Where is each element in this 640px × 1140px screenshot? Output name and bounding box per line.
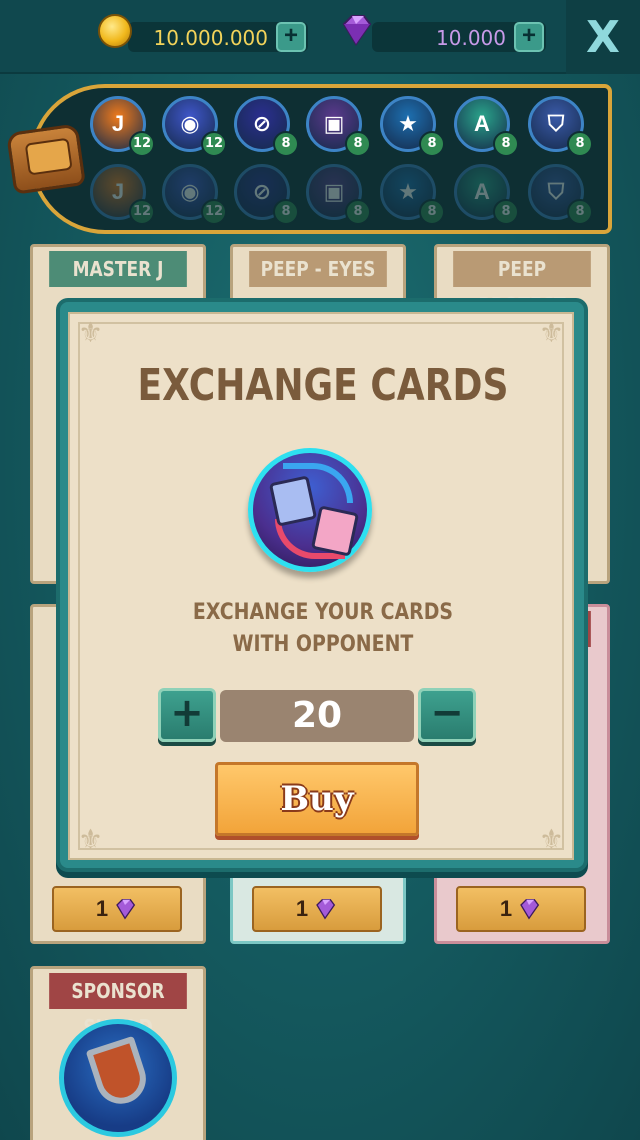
card-title: SPONSOR SHIELD <box>49 973 187 1039</box>
powerup-joker-percent-icon: J 12 <box>90 164 155 225</box>
exchange-cards-icon: ▣ <box>323 179 345 204</box>
dialog-description-line2: WITH OPPONENT <box>232 632 414 657</box>
powerup-star-x2-icon: ★ 8 <box>380 164 445 225</box>
shield-icon <box>59 1019 177 1137</box>
shield-icon: ⛉ <box>547 111 565 136</box>
gem-icon <box>316 899 336 920</box>
dialog-description-line1: EXCHANGE YOUR CARDS <box>192 600 454 625</box>
no-sign-icon: ⊘ <box>252 179 272 204</box>
powerup-shield-icon[interactable]: ⛉ 8 <box>528 96 593 157</box>
eye-icon: ◉ <box>180 111 200 136</box>
card-sponsor-shield[interactable]: SPONSOR SHIELD <box>30 966 206 1140</box>
powerup-joker-percent-icon[interactable]: J 12 <box>90 96 155 157</box>
price-button[interactable]: 1 <box>456 886 586 932</box>
powerup-count: 8 <box>493 199 519 225</box>
fleur-de-lis-icon: ⚜ <box>78 316 104 349</box>
backpack-icon <box>6 123 86 195</box>
star-x2-icon: ★ <box>398 179 418 204</box>
powerup-count: 12 <box>129 199 155 225</box>
buy-button[interactable]: Buy <box>215 762 419 836</box>
gem-icon <box>520 899 540 920</box>
powerup-count: 12 <box>201 199 227 225</box>
fleur-de-lis-icon: ⚜ <box>78 823 104 856</box>
card-title: PEEP - EYES <box>249 251 387 287</box>
card-title: MASTER J <box>49 251 187 287</box>
refresh-a-icon: A <box>474 111 490 136</box>
powerup-count: 8 <box>419 131 445 157</box>
price-amount: 1 <box>95 896 109 921</box>
powerup-count: 12 <box>201 131 227 157</box>
gem-icon <box>116 899 136 920</box>
joker-percent-icon: J <box>111 179 125 204</box>
price-amount: 1 <box>499 896 513 921</box>
powerup-count: 8 <box>493 131 519 157</box>
shield-icon: ⛉ <box>547 179 565 204</box>
card-title: PEEP PROTECT <box>453 251 591 317</box>
dialog-title: EXCHANGE CARDS <box>137 360 509 411</box>
powerup-count: 12 <box>129 131 155 157</box>
joker-percent-icon: J <box>111 111 125 136</box>
gem-icon <box>342 15 372 46</box>
powerup-no-sign-icon[interactable]: ⊘ 8 <box>234 96 299 157</box>
powerup-exchange-cards-icon: ▣ 8 <box>306 164 371 225</box>
decrease-quantity-button[interactable]: − <box>418 688 476 742</box>
price-amount: 1 <box>295 896 309 921</box>
powerup-count: 8 <box>419 199 445 225</box>
exchange-cards-dialog: ⚜ ⚜ ⚜ ⚜ EXCHANGE CARDS EXCHANGE YOUR CAR… <box>68 312 574 860</box>
coin-amount: 10.000.000 <box>153 26 268 50</box>
fleur-de-lis-icon: ⚜ <box>538 823 564 856</box>
gem-counter: 10.000 + <box>342 15 546 52</box>
powerup-count: 8 <box>567 199 593 225</box>
powerup-eye-icon: ◉ 12 <box>162 164 227 225</box>
coin-icon <box>98 14 132 48</box>
quantity-value: 20 <box>220 690 414 742</box>
powerup-refresh-a-icon: A8 <box>454 164 519 225</box>
powerup-count: 8 <box>345 199 371 225</box>
gem-amount: 10.000 <box>436 26 506 50</box>
close-button[interactable]: X <box>566 0 640 74</box>
powerup-shield-icon: ⛉ 8 <box>528 164 593 225</box>
exchange-cards-icon: ▣ <box>323 111 345 136</box>
exchange-cards-icon <box>248 448 372 572</box>
increase-quantity-button[interactable]: + <box>158 688 216 742</box>
price-button[interactable]: 1 <box>52 886 182 932</box>
powerup-exchange-cards-icon[interactable]: ▣ 8 <box>306 96 371 157</box>
add-coins-button[interactable]: + <box>276 22 306 52</box>
price-button[interactable]: 1 <box>252 886 382 932</box>
powerup-refresh-a-icon[interactable]: A8 <box>454 96 519 157</box>
eye-icon: ◉ <box>180 179 200 204</box>
powerup-eye-icon[interactable]: ◉ 12 <box>162 96 227 157</box>
fleur-de-lis-icon: ⚜ <box>538 316 564 349</box>
powerup-star-x2-icon[interactable]: ★ 8 <box>380 96 445 157</box>
powerup-count: 8 <box>273 131 299 157</box>
coin-counter: 10.000.000 + <box>98 14 308 52</box>
powerup-no-sign-icon: ⊘ 8 <box>234 164 299 225</box>
star-x2-icon: ★ <box>398 111 418 136</box>
add-gems-button[interactable]: + <box>514 22 544 52</box>
no-sign-icon: ⊘ <box>252 111 272 136</box>
powerup-count: 8 <box>567 131 593 157</box>
powerup-count: 8 <box>345 131 371 157</box>
powerup-count: 8 <box>273 199 299 225</box>
refresh-a-icon: A <box>474 179 490 204</box>
